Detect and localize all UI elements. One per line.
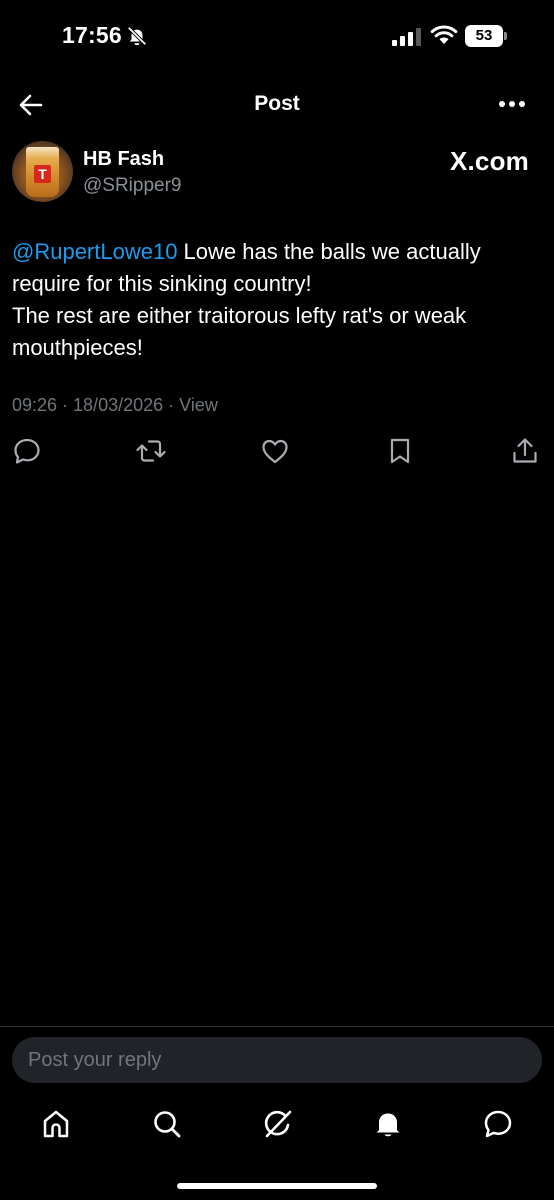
more-options-icon[interactable] xyxy=(498,98,526,110)
notifications-icon[interactable] xyxy=(372,1108,404,1140)
post-timestamp[interactable]: 09:26 · 18/03/2026 · View xyxy=(12,395,218,416)
home-indicator[interactable] xyxy=(177,1183,377,1189)
search-icon[interactable] xyxy=(151,1108,183,1140)
post-text-line-1: @RupertLowe10 Lowe has the balls we actu… xyxy=(12,236,532,300)
like-icon[interactable] xyxy=(260,436,290,466)
reply-placeholder: Post your reply xyxy=(28,1049,162,1071)
grok-icon[interactable] xyxy=(262,1108,294,1140)
home-icon[interactable] xyxy=(40,1108,72,1140)
battery-tip xyxy=(504,32,507,40)
battery-indicator: 53 xyxy=(465,25,509,47)
reply-input[interactable]: Post your reply xyxy=(12,1037,542,1083)
status-time: 17:56 xyxy=(62,22,122,48)
bell-muted-icon xyxy=(127,26,147,46)
wifi-icon xyxy=(430,25,458,44)
post-text: @RupertLowe10 Lowe has the balls we actu… xyxy=(12,236,532,364)
author-handle[interactable]: @SRipper9 xyxy=(83,175,182,197)
battery-level: 53 xyxy=(465,25,503,47)
status-bar: 17:56 53 xyxy=(0,0,554,76)
reply-divider xyxy=(0,1026,554,1027)
reply-icon[interactable] xyxy=(12,436,42,466)
mention-link[interactable]: @RupertLowe10 xyxy=(12,239,177,264)
bookmark-icon[interactable] xyxy=(385,436,415,466)
avatar[interactable]: T xyxy=(12,141,73,202)
author-display-name[interactable]: HB Fash xyxy=(83,148,164,171)
messages-icon[interactable] xyxy=(482,1108,514,1140)
cellular-signal-icon xyxy=(392,28,421,46)
avatar-logo-mark: T xyxy=(34,165,51,183)
share-icon[interactable] xyxy=(510,436,540,466)
page-title: Post xyxy=(254,92,300,115)
repost-icon[interactable] xyxy=(136,436,166,466)
post-text-line-2: The rest are either traitorous lefty rat… xyxy=(12,303,467,360)
xcom-watermark: X.com xyxy=(449,146,529,176)
